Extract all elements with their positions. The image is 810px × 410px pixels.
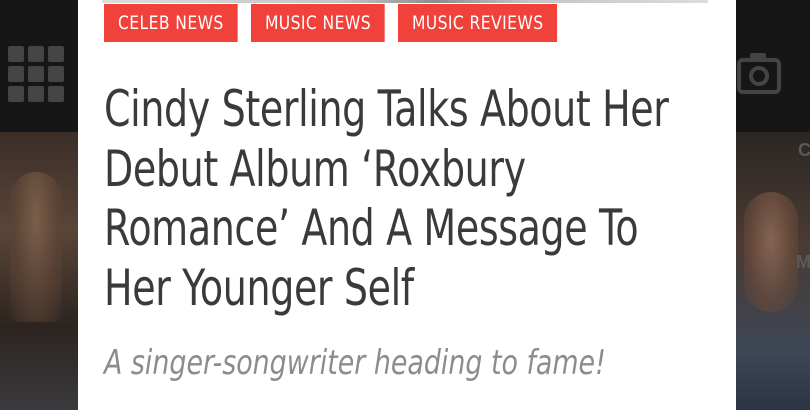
- grid-icon: [8, 46, 64, 102]
- article-image-edge: [102, 0, 708, 3]
- tag-music-reviews[interactable]: MUSIC REVIEWS: [398, 4, 558, 42]
- edge-letter: C: [798, 140, 810, 160]
- tag-music-news[interactable]: MUSIC NEWS: [251, 4, 385, 42]
- camera-icon: [737, 53, 781, 94]
- article-headline: Cindy Sterling Talks About Her Debut Alb…: [104, 80, 669, 317]
- article-subtitle: A singer-songwriter heading to fame!: [104, 343, 606, 383]
- category-tags: CELEB NEWS MUSIC NEWS MUSIC REVIEWS: [104, 4, 567, 42]
- tag-celeb-news[interactable]: CELEB NEWS: [104, 4, 238, 42]
- edge-letter: M: [796, 252, 810, 272]
- background-photo-left: [0, 132, 78, 410]
- article-card: CELEB NEWS MUSIC NEWS MUSIC REVIEWS Cind…: [78, 0, 736, 410]
